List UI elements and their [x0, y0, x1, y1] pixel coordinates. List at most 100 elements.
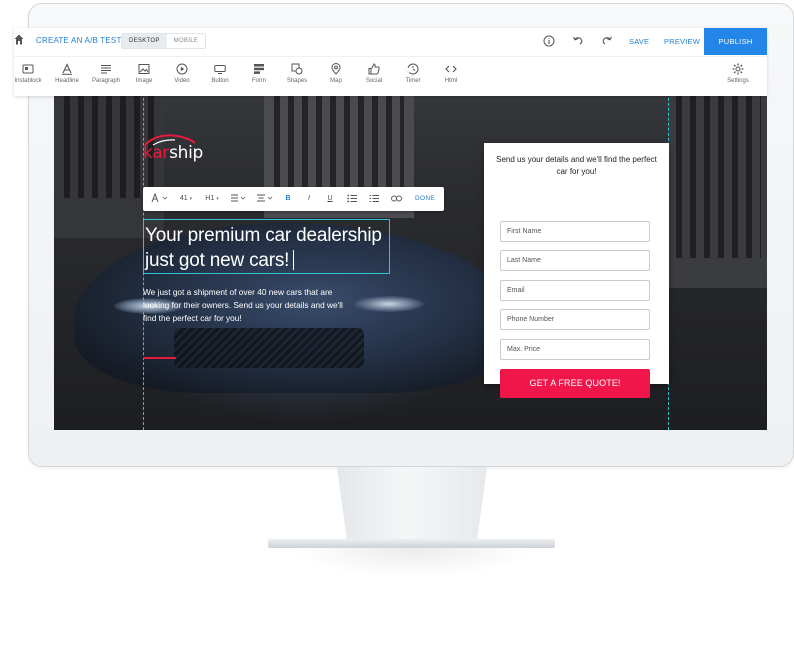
tool-label: Timer [405, 78, 421, 84]
tool-image[interactable]: Image [125, 63, 163, 84]
font-size-dropdown[interactable]: 41 ▾ [173, 187, 199, 211]
tool-social[interactable]: Social [355, 63, 393, 84]
preview-button[interactable]: PREVIEW [664, 37, 700, 46]
link-icon [390, 195, 402, 202]
button-icon [214, 65, 226, 74]
text-color-dropdown[interactable] [149, 187, 171, 211]
monitor-stand [337, 467, 487, 545]
bold-button[interactable]: B [280, 187, 296, 211]
link-button[interactable] [387, 187, 405, 211]
monitor-base [268, 539, 555, 548]
logo-text: karship [143, 143, 203, 163]
hero-paragraph[interactable]: We just got a shipment of over 40 new ca… [143, 286, 358, 325]
logo-text-ship: ship [169, 143, 204, 163]
underline-button[interactable]: U [322, 187, 338, 211]
heading-level-dropdown[interactable]: H1 ▾ [200, 187, 224, 211]
align-dropdown[interactable] [252, 187, 276, 211]
tool-label: Social [365, 78, 383, 84]
html-icon [445, 65, 457, 73]
phone-number-field[interactable]: Phone Number [500, 309, 650, 330]
settings-label: Settings [727, 78, 749, 84]
active-tool-caret [404, 68, 414, 73]
text-color-icon [151, 192, 168, 203]
tool-button[interactable]: Button [201, 63, 239, 84]
last-name-field[interactable]: Last Name [500, 250, 650, 271]
home-icon[interactable] [14, 34, 24, 45]
shapes-icon [291, 63, 303, 75]
instablock-icon [22, 64, 34, 74]
bulleted-list-button[interactable] [343, 187, 361, 211]
text-format-toolbar: 41 ▾ H1 ▾ B I U DONE [143, 187, 444, 211]
bulleted-list-icon [347, 194, 357, 203]
chevron-down-icon: ▾ [189, 196, 193, 202]
publish-button[interactable]: PUBLISH [704, 28, 767, 55]
tool-label: Button [211, 78, 229, 84]
karship-logo[interactable]: karship [143, 133, 223, 163]
map-icon [331, 63, 341, 75]
chevron-down-icon: ▾ [216, 196, 219, 202]
tab-mobile[interactable]: MOBILE [167, 34, 205, 48]
tool-label: Form [252, 78, 266, 84]
tool-label: Instablock [14, 78, 42, 84]
align-center-icon [256, 194, 272, 202]
tool-shapes[interactable]: Shapes [278, 63, 316, 84]
lead-form[interactable]: Send us your details and we'll find the … [484, 143, 669, 398]
done-button[interactable]: DONE [411, 187, 439, 211]
info-icon[interactable] [543, 35, 555, 47]
tool-headline[interactable]: Headline [48, 63, 86, 84]
save-button[interactable]: SAVE [629, 37, 649, 46]
first-name-field[interactable]: First Name [500, 221, 650, 242]
tool-label: Paragraph [91, 78, 121, 84]
gear-icon [732, 63, 744, 75]
form-icon [254, 64, 264, 74]
email-placeholder: Email [507, 287, 525, 294]
max-price-placeholder: Max. Price [507, 346, 541, 353]
phone-number-placeholder: Phone Number [507, 316, 555, 323]
settings-button[interactable]: Settings [719, 63, 757, 84]
monitor-shadow [290, 548, 535, 578]
headline-text[interactable]: Your premium car dealership just got new… [145, 223, 382, 273]
redo-icon[interactable] [601, 35, 613, 47]
accent-divider [143, 357, 176, 359]
tool-label: Headline [55, 78, 79, 84]
font-size-value: 41 [179, 195, 188, 202]
image-icon [138, 64, 150, 74]
line-height-dropdown[interactable] [227, 187, 249, 211]
heading-level-value: H1 [205, 195, 215, 202]
undo-icon[interactable] [572, 35, 584, 47]
tool-instablock[interactable]: Instablock [9, 63, 47, 84]
first-name-placeholder: First Name [507, 228, 542, 235]
create-ab-test-link[interactable]: CREATE AN A/B TEST [36, 36, 122, 45]
email-field[interactable]: Email [500, 280, 650, 301]
tab-desktop[interactable]: DESKTOP [122, 34, 167, 48]
tool-map[interactable]: Map [317, 63, 355, 84]
tool-label: Html [444, 78, 458, 84]
last-name-placeholder: Last Name [507, 257, 541, 264]
tool-label: Map [330, 78, 342, 84]
headline-line-1: Your premium car dealership [145, 225, 382, 246]
editor-toolbar: CREATE AN A/B TEST DESKTOP MOBILE SAVE P… [14, 28, 767, 96]
tool-paragraph[interactable]: Paragraph [87, 63, 125, 84]
tool-label: Image [135, 78, 153, 84]
car-grille [174, 328, 364, 368]
italic-button[interactable]: I [301, 187, 317, 211]
get-free-quote-button[interactable]: GET A FREE QUOTE! [500, 369, 650, 398]
tool-label: Video [174, 78, 190, 84]
tool-html[interactable]: Html [432, 63, 470, 84]
numbered-list-button[interactable] [365, 187, 383, 211]
headline-icon [62, 63, 72, 75]
text-cursor [293, 250, 295, 270]
tool-form[interactable]: Form [240, 63, 278, 84]
tool-timer[interactable]: Timer [394, 63, 432, 84]
line-height-icon [231, 194, 246, 202]
logo-text-kar: kar [143, 143, 170, 163]
paragraph-icon [101, 65, 111, 74]
headline-line-2: just got new cars! [145, 250, 290, 271]
max-price-field[interactable]: Max. Price [500, 339, 650, 360]
tool-video[interactable]: Video [163, 63, 201, 84]
form-heading: Send us your details and we'll find the … [496, 155, 657, 176]
social-icon [368, 63, 380, 75]
device-toggle: DESKTOP MOBILE [121, 33, 207, 49]
headline-editor[interactable]: Your premium car dealership just got new… [143, 219, 390, 274]
toolbar-top-row: CREATE AN A/B TEST DESKTOP MOBILE SAVE P… [14, 28, 767, 55]
